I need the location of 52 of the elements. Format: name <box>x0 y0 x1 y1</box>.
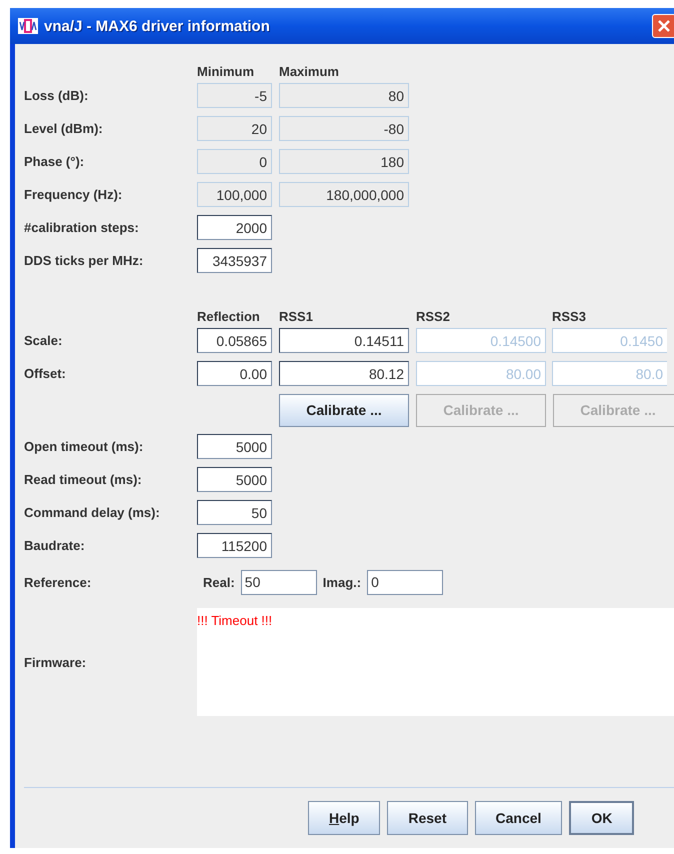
field-label: Phase (°): <box>24 154 86 169</box>
input-field[interactable]: 3435937 <box>197 248 272 273</box>
column-header: RSS2 <box>416 309 451 324</box>
field-label: DDS ticks per MHz: <box>24 253 144 268</box>
close-button[interactable] <box>652 14 674 38</box>
input-field[interactable]: 0.14511 <box>279 328 409 353</box>
input-field[interactable]: 2000 <box>197 215 272 240</box>
calibrate-button[interactable]: Calibrate ... <box>279 394 409 426</box>
app-logo-icon <box>18 18 38 34</box>
field-label: Firmware: <box>24 654 88 672</box>
column-header: RSS1 <box>279 309 314 324</box>
input-field[interactable]: 5000 <box>197 434 272 459</box>
field-label: Baudrate: <box>24 538 86 553</box>
readonly-field: 180,000,000 <box>279 182 409 207</box>
firmware-text-area[interactable]: !!! Timeout !!! <box>197 608 674 716</box>
field-label: Command delay (ms): <box>24 505 161 520</box>
column-header: Reflection <box>197 309 261 324</box>
readonly-field: 100,000 <box>197 182 272 207</box>
field-label: Imag.: <box>322 574 362 590</box>
readonly-field: 180 <box>279 149 409 174</box>
field-label: Reference: <box>24 574 92 590</box>
input-field[interactable]: 115200 <box>197 533 272 558</box>
field-label: Offset: <box>24 366 67 381</box>
field-label: #calibration steps: <box>24 220 140 235</box>
window-title: vna/J - MAX6 driver information <box>44 18 270 34</box>
input-field[interactable]: 50 <box>240 570 317 594</box>
input-field[interactable]: 0.05865 <box>197 328 272 353</box>
dialog-button[interactable]: Help <box>308 801 380 835</box>
dialog-button[interactable]: OK <box>569 801 634 835</box>
column-header: RSS3 <box>552 309 587 324</box>
close-icon <box>657 19 671 33</box>
field-label: Read timeout (ms): <box>24 472 143 487</box>
input-field[interactable]: 0.00 <box>197 361 272 386</box>
field-label: Frequency (Hz): <box>24 187 124 202</box>
dialog-button[interactable]: Cancel <box>474 801 562 835</box>
readonly-field: 80 <box>279 83 409 108</box>
input-field[interactable]: 0 <box>367 570 444 594</box>
dialog-button[interactable]: Reset <box>387 801 468 835</box>
field-label: Open timeout (ms): <box>24 439 144 454</box>
readonly-field: -80 <box>279 116 409 141</box>
column-header: Maximum <box>279 64 340 79</box>
field-label: Loss (dB): <box>24 88 90 103</box>
column-header: Minimum <box>197 64 256 79</box>
field-label: Real: <box>203 574 235 590</box>
readonly-field: 0 <box>197 149 272 174</box>
readonly-field: -5 <box>197 83 272 108</box>
field-label: Level (dBm): <box>24 121 104 136</box>
input-field[interactable]: 5000 <box>197 467 272 492</box>
field-label: Scale: <box>24 333 64 348</box>
readonly-field: 20 <box>197 116 272 141</box>
input-field[interactable]: 50 <box>197 500 272 525</box>
input-field[interactable]: 80.12 <box>279 361 409 386</box>
